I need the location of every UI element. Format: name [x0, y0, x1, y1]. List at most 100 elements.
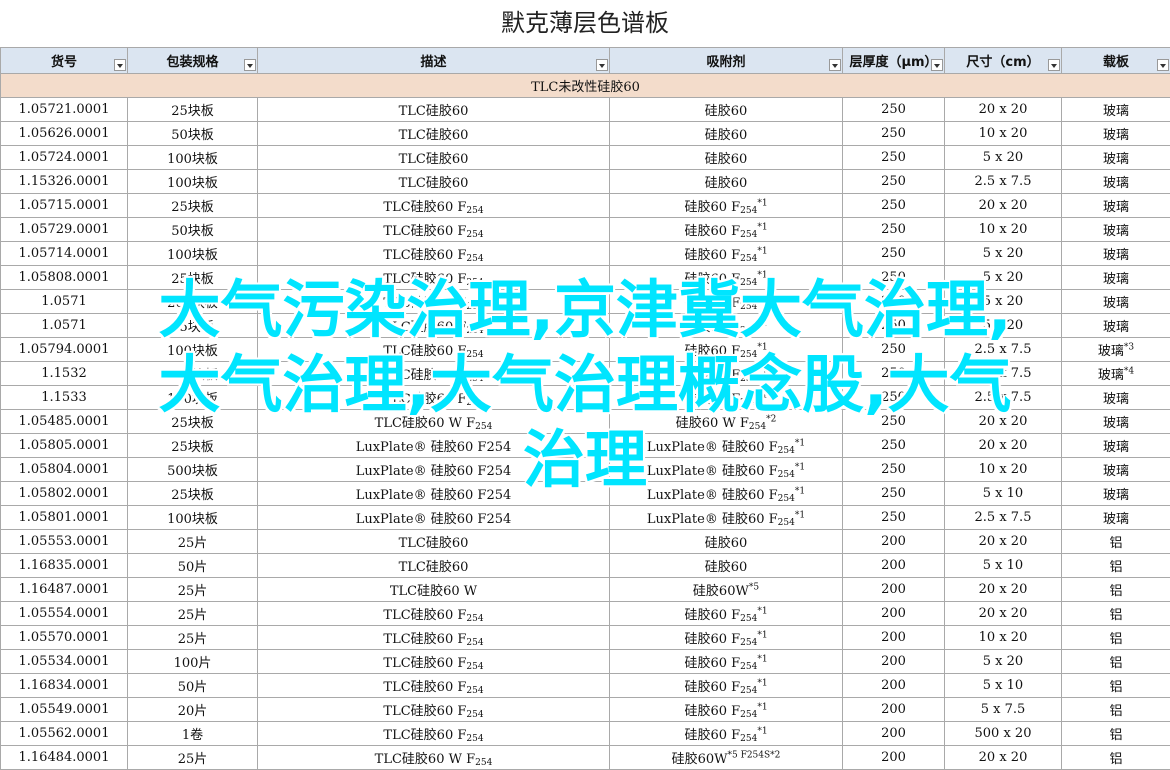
- cell-carrier[interactable]: 玻璃: [1062, 458, 1170, 482]
- cell-adsorbent[interactable]: 硅胶60 F254*1: [610, 194, 843, 218]
- cell-adsorbent[interactable]: 硅胶60: [610, 530, 843, 554]
- cell-thickness[interactable]: 250: [843, 266, 945, 290]
- cell-item-no[interactable]: 1.05715.0001: [1, 194, 128, 218]
- cell-pack[interactable]: 100块板: [128, 170, 258, 194]
- cell-thickness[interactable]: 200: [843, 650, 945, 674]
- cell-item-no[interactable]: 1.05804.0001: [1, 458, 128, 482]
- cell-description[interactable]: TLC硅胶60: [258, 530, 610, 554]
- cell-item-no[interactable]: 1.05721.0001: [1, 98, 128, 122]
- cell-pack[interactable]: 25片: [128, 530, 258, 554]
- cell-size[interactable]: 10 x 20: [945, 626, 1062, 650]
- cell-carrier[interactable]: 玻璃: [1062, 482, 1170, 506]
- cell-thickness[interactable]: 250: [843, 458, 945, 482]
- cell-carrier[interactable]: 铝: [1062, 746, 1170, 770]
- cell-pack[interactable]: 100块板: [128, 362, 258, 386]
- cell-size[interactable]: 2.5 x 7.5: [945, 338, 1062, 362]
- filter-dropdown-icon[interactable]: [829, 59, 841, 71]
- cell-adsorbent[interactable]: 硅胶60: [610, 170, 843, 194]
- cell-size[interactable]: 2.5 x 7.5: [945, 170, 1062, 194]
- cell-size[interactable]: 2.5 x 7.5: [945, 386, 1062, 410]
- cell-thickness[interactable]: 250: [843, 386, 945, 410]
- cell-size[interactable]: 5 x 20: [945, 650, 1062, 674]
- cell-thickness[interactable]: 200: [843, 602, 945, 626]
- cell-adsorbent[interactable]: 硅胶60 F254*1: [610, 266, 843, 290]
- cell-size[interactable]: 5 x 20: [945, 290, 1062, 314]
- cell-carrier[interactable]: 玻璃: [1062, 194, 1170, 218]
- cell-description[interactable]: TLC硅胶60 F254: [258, 674, 610, 698]
- cell-thickness[interactable]: 250: [843, 506, 945, 530]
- cell-carrier[interactable]: 铝: [1062, 722, 1170, 746]
- cell-item-no[interactable]: 1.05801.0001: [1, 506, 128, 530]
- cell-thickness[interactable]: 250: [843, 434, 945, 458]
- cell-thickness[interactable]: 250: [843, 410, 945, 434]
- cell-description[interactable]: TLC硅胶60 F254: [258, 722, 610, 746]
- cell-size[interactable]: 5 x 10: [945, 674, 1062, 698]
- cell-thickness[interactable]: 250: [843, 170, 945, 194]
- cell-pack[interactable]: 100片: [128, 650, 258, 674]
- cell-adsorbent[interactable]: 硅胶60: [610, 122, 843, 146]
- cell-size[interactable]: 20 x 20: [945, 194, 1062, 218]
- cell-item-no[interactable]: 1.16835.0001: [1, 554, 128, 578]
- cell-pack[interactable]: 50片: [128, 554, 258, 578]
- cell-size[interactable]: 2.5 x 7.5: [945, 362, 1062, 386]
- cell-thickness[interactable]: 250: [843, 482, 945, 506]
- cell-carrier[interactable]: 玻璃: [1062, 218, 1170, 242]
- cell-pack[interactable]: 100块板: [128, 506, 258, 530]
- cell-pack[interactable]: 100块板: [128, 146, 258, 170]
- cell-item-no[interactable]: 1.05485.0001: [1, 410, 128, 434]
- cell-size[interactable]: 5 x 10: [945, 482, 1062, 506]
- cell-item-no[interactable]: 1.1532: [1, 362, 128, 386]
- cell-adsorbent[interactable]: 硅胶60W*5: [610, 578, 843, 602]
- cell-description[interactable]: TLC硅胶60 F254: [258, 650, 610, 674]
- cell-size[interactable]: 5 x 20: [945, 242, 1062, 266]
- cell-item-no[interactable]: 1.05626.0001: [1, 122, 128, 146]
- header-carrier[interactable]: 载板: [1062, 48, 1170, 74]
- cell-carrier[interactable]: 铝: [1062, 530, 1170, 554]
- cell-adsorbent[interactable]: 硅胶60: [610, 146, 843, 170]
- filter-dropdown-icon[interactable]: [596, 59, 608, 71]
- cell-thickness[interactable]: 200: [843, 746, 945, 770]
- cell-item-no[interactable]: 1.05553.0001: [1, 530, 128, 554]
- cell-item-no[interactable]: 1.05714.0001: [1, 242, 128, 266]
- cell-pack[interactable]: 50块板: [128, 218, 258, 242]
- cell-description[interactable]: TLC硅胶60: [258, 554, 610, 578]
- cell-adsorbent[interactable]: 硅胶60: [610, 554, 843, 578]
- cell-carrier[interactable]: 铝: [1062, 578, 1170, 602]
- cell-thickness[interactable]: 200: [843, 554, 945, 578]
- cell-pack[interactable]: 500块板: [128, 458, 258, 482]
- cell-description[interactable]: LuxPlate® 硅胶60 F254: [258, 458, 610, 482]
- cell-thickness[interactable]: 250: [843, 314, 945, 338]
- cell-thickness[interactable]: 200: [843, 674, 945, 698]
- filter-dropdown-icon[interactable]: [1157, 59, 1169, 71]
- header-size[interactable]: 尺寸（cm）: [945, 48, 1062, 74]
- cell-item-no[interactable]: 1.16484.0001: [1, 746, 128, 770]
- cell-item-no[interactable]: 1.05534.0001: [1, 650, 128, 674]
- cell-description[interactable]: TLC硅胶60 F254: [258, 362, 610, 386]
- cell-description[interactable]: TLC硅胶60: [258, 122, 610, 146]
- cell-thickness[interactable]: 250: [843, 98, 945, 122]
- cell-description[interactable]: TLC硅胶60 W F254: [258, 746, 610, 770]
- cell-item-no[interactable]: 1.16834.0001: [1, 674, 128, 698]
- cell-pack[interactable]: 25片: [128, 746, 258, 770]
- cell-adsorbent[interactable]: 硅胶60 F254*1: [610, 290, 843, 314]
- cell-item-no[interactable]: 1.05729.0001: [1, 218, 128, 242]
- cell-carrier[interactable]: 铝: [1062, 602, 1170, 626]
- group-label[interactable]: TLC未改性硅胶60: [1, 74, 1170, 98]
- cell-description[interactable]: TLC硅胶60 F254: [258, 266, 610, 290]
- cell-carrier[interactable]: 铝: [1062, 650, 1170, 674]
- cell-item-no[interactable]: 1.05802.0001: [1, 482, 128, 506]
- cell-thickness[interactable]: 250: [843, 290, 945, 314]
- cell-carrier[interactable]: 铝: [1062, 698, 1170, 722]
- cell-adsorbent[interactable]: 硅胶60 F254*1: [610, 698, 843, 722]
- cell-adsorbent[interactable]: 硅胶60 F254*1: [610, 314, 843, 338]
- cell-item-no[interactable]: 1.05794.0001: [1, 338, 128, 362]
- cell-carrier[interactable]: 玻璃: [1062, 242, 1170, 266]
- cell-item-no[interactable]: 1.05549.0001: [1, 698, 128, 722]
- cell-size[interactable]: 5 x 7.5: [945, 698, 1062, 722]
- cell-size[interactable]: 10 x 20: [945, 122, 1062, 146]
- cell-pack[interactable]: 50片: [128, 674, 258, 698]
- cell-size[interactable]: 2.5 x 7.5: [945, 506, 1062, 530]
- cell-adsorbent[interactable]: 硅胶60 F254*1: [610, 242, 843, 266]
- cell-thickness[interactable]: 200: [843, 698, 945, 722]
- cell-size[interactable]: 20 x 20: [945, 98, 1062, 122]
